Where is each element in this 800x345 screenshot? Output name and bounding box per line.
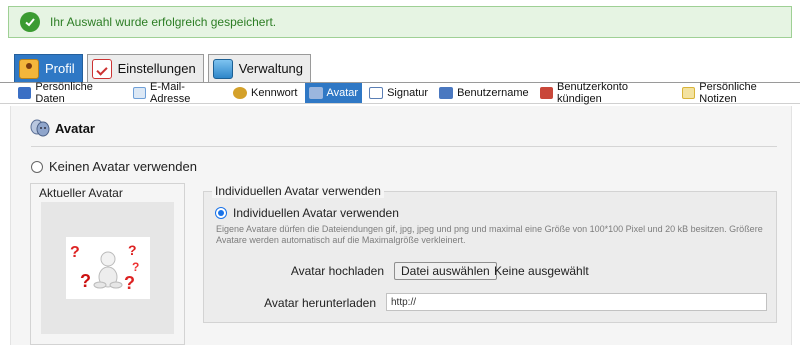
checkmark-icon	[20, 12, 40, 32]
subnav-label: Persönliche Daten	[35, 81, 93, 105]
tab-einstellungen[interactable]: Einstellungen	[86, 54, 204, 82]
current-avatar-frame: ? ? ? ? ?	[41, 202, 174, 334]
avatar-masks-icon	[308, 87, 323, 99]
svg-text:?: ?	[124, 273, 135, 293]
custom-avatar-option[interactable]: Individuellen Avatar verwenden	[215, 206, 399, 220]
subnav-label: Persönliche Notizen	[699, 81, 757, 105]
subnav-label: Kennwort	[251, 87, 298, 99]
current-avatar-box: Aktueller Avatar ? ? ? ? ?	[30, 183, 185, 345]
file-status: Keine ausgewählt	[494, 264, 589, 278]
tab-profil[interactable]: Profil	[14, 54, 83, 82]
notepad-icon	[681, 87, 696, 99]
upload-label: Avatar hochladen	[290, 264, 384, 278]
subnav-label: E-Mail-Adresse	[150, 81, 191, 105]
subnav-label: Signatur	[387, 87, 429, 99]
no-avatar-option[interactable]: Keinen Avatar verwenden	[31, 159, 197, 174]
subnav-persoenliche-notizen[interactable]: Persönliche Notizen	[678, 81, 797, 105]
section-title: Avatar	[29, 118, 95, 138]
subnav-benutzername[interactable]: Benutzername	[435, 83, 533, 103]
choose-file-button[interactable]: Datei auswählen	[394, 262, 497, 280]
keys-icon	[233, 87, 248, 99]
custom-avatar-label: Individuellen Avatar verwenden	[233, 206, 399, 220]
custom-avatar-radio[interactable]	[215, 207, 227, 219]
avatar-url-input[interactable]	[386, 293, 767, 311]
subnav-kennwort[interactable]: Kennwort	[229, 83, 301, 103]
user-card-icon	[439, 87, 454, 99]
subnav-signatur[interactable]: Signatur	[365, 83, 432, 103]
subnav-email-adresse[interactable]: E-Mail-Adresse	[129, 81, 226, 105]
success-message: Ihr Auswahl wurde erfolgreich gespeicher…	[50, 15, 277, 29]
custom-avatar-fieldset: Individuellen Avatar verwenden Individue…	[203, 184, 777, 323]
current-avatar-legend: Aktueller Avatar	[39, 186, 123, 200]
success-notice: Ihr Auswahl wurde erfolgreich gespeicher…	[8, 6, 792, 38]
svg-text:?: ?	[132, 260, 139, 274]
avatar-masks-icon	[29, 118, 51, 138]
subnav-label: Avatar	[326, 87, 359, 99]
tab-label: Einstellungen	[117, 61, 196, 76]
svg-text:?: ?	[70, 244, 80, 261]
pen-sign-icon	[369, 87, 384, 99]
subnav-benutzerkonto-kuendigen[interactable]: Benutzerkonto kündigen	[536, 81, 675, 105]
main-tabs: Profil Einstellungen Verwaltung	[14, 54, 315, 82]
tab-verwaltung[interactable]: Verwaltung	[207, 54, 312, 82]
svg-text:?: ?	[80, 271, 91, 291]
id-card-icon	[18, 87, 32, 99]
section-title-text: Avatar	[55, 120, 95, 136]
sub-navigation: Persönliche Daten E-Mail-Adresse Kennwor…	[0, 81, 800, 105]
download-label: Avatar herunterladen	[264, 296, 376, 310]
no-avatar-label: Keinen Avatar verwenden	[49, 159, 197, 174]
delete-account-icon	[539, 87, 554, 99]
subnav-persoenliche-daten[interactable]: Persönliche Daten	[14, 81, 126, 105]
svg-text:?: ?	[128, 242, 137, 258]
avatar-panel: Avatar Keinen Avatar verwenden Aktueller…	[10, 106, 792, 345]
avatar-image: ? ? ? ? ?	[65, 237, 150, 299]
no-avatar-radio[interactable]	[31, 160, 43, 173]
email-card-icon	[132, 87, 147, 99]
subnav-label: Benutzername	[457, 87, 529, 99]
profile-icon	[19, 58, 39, 79]
subnav-avatar[interactable]: Avatar	[304, 83, 363, 103]
tab-label: Verwaltung	[238, 61, 304, 76]
toolbox-icon	[212, 58, 233, 79]
tab-label: Profil	[45, 61, 75, 76]
upload-hint: Eigene Avatare dürfen die Dateiendungen …	[216, 224, 763, 245]
title-divider	[31, 146, 777, 147]
subnav-label: Benutzerkonto kündigen	[557, 81, 628, 105]
checklist-icon	[91, 58, 112, 79]
custom-avatar-legend: Individuellen Avatar verwenden	[212, 184, 384, 198]
